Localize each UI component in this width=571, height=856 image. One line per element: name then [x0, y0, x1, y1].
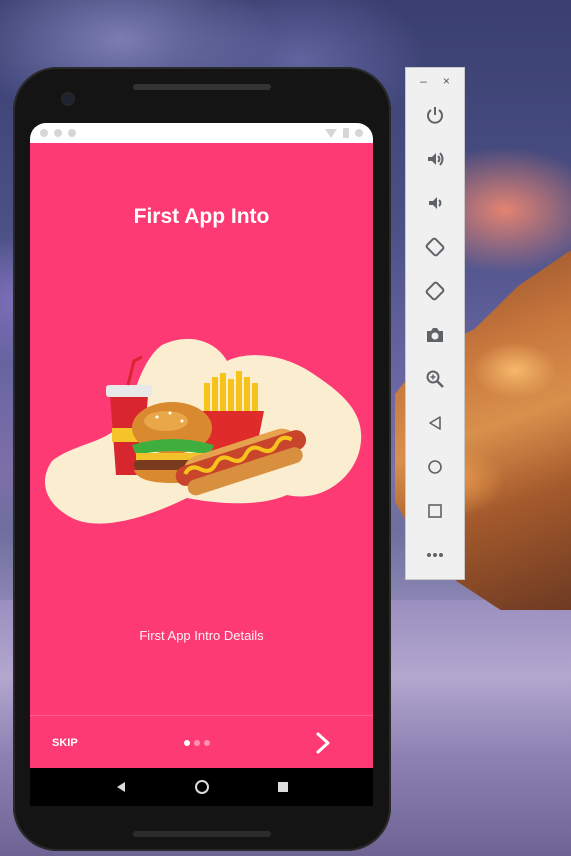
- status-bar: [30, 123, 373, 143]
- intro-title: First App Into: [133, 205, 270, 228]
- wifi-icon: [325, 128, 337, 138]
- emulator-titlebar: – ×: [406, 68, 464, 94]
- emulator-toolbar: – ×: [405, 67, 465, 580]
- notification-icon: [68, 129, 76, 137]
- back-icon: [116, 782, 125, 792]
- nav-home-button[interactable]: [187, 772, 217, 802]
- notification-icon: [40, 129, 48, 137]
- emulator-overview-button[interactable]: [420, 496, 450, 526]
- home-icon: [194, 780, 209, 794]
- page-indicator: [184, 740, 210, 746]
- next-button[interactable]: [306, 727, 340, 759]
- zoom-button[interactable]: [420, 364, 450, 394]
- phone-frame: First App Into First App Intro Details S…: [13, 67, 391, 851]
- page-dot: [194, 740, 200, 746]
- zoom-icon: [426, 370, 444, 388]
- overview-icon: [428, 504, 442, 518]
- more-button[interactable]: [420, 540, 450, 570]
- top-speaker: [133, 84, 271, 90]
- notification-icon: [54, 129, 62, 137]
- rotate-left-icon: [425, 237, 445, 257]
- intro-details: First App Intro Details: [139, 628, 264, 643]
- fast-food-illustration: [44, 338, 362, 524]
- skip-button[interactable]: SKIP: [52, 731, 78, 755]
- screenshot-button[interactable]: [420, 320, 450, 350]
- volume-down-icon: [429, 197, 442, 209]
- phone-screen: First App Into First App Intro Details S…: [30, 123, 373, 806]
- signal-icon: [355, 129, 363, 137]
- back-icon: [429, 416, 441, 430]
- volume-up-button[interactable]: [420, 144, 450, 174]
- power-icon: [427, 107, 443, 124]
- emulator-back-button[interactable]: [420, 408, 450, 438]
- minimize-button[interactable]: –: [420, 74, 427, 88]
- front-camera: [63, 94, 73, 104]
- more-icon: [427, 553, 443, 557]
- bottom-divider: [30, 715, 373, 716]
- volume-down-button[interactable]: [420, 188, 450, 218]
- intro-slide[interactable]: First App Into First App Intro Details S…: [30, 143, 373, 768]
- close-button[interactable]: ×: [443, 74, 450, 88]
- nav-recents-button[interactable]: [268, 772, 298, 802]
- volume-up-icon: [428, 152, 444, 166]
- emulator-home-button[interactable]: [420, 452, 450, 482]
- home-icon: [428, 460, 442, 474]
- page-dot-active: [184, 740, 190, 746]
- battery-icon: [343, 128, 349, 138]
- chevron-right-icon: [316, 732, 330, 754]
- rotate-right-button[interactable]: [420, 276, 450, 306]
- rotate-left-button[interactable]: [420, 232, 450, 262]
- page-dot: [204, 740, 210, 746]
- bottom-speaker: [133, 831, 271, 837]
- rotate-right-icon: [425, 281, 445, 301]
- nav-back-button[interactable]: [106, 772, 136, 802]
- camera-icon: [427, 328, 443, 342]
- recents-icon: [277, 782, 288, 792]
- power-button[interactable]: [420, 100, 450, 130]
- android-nav-bar: [30, 768, 373, 806]
